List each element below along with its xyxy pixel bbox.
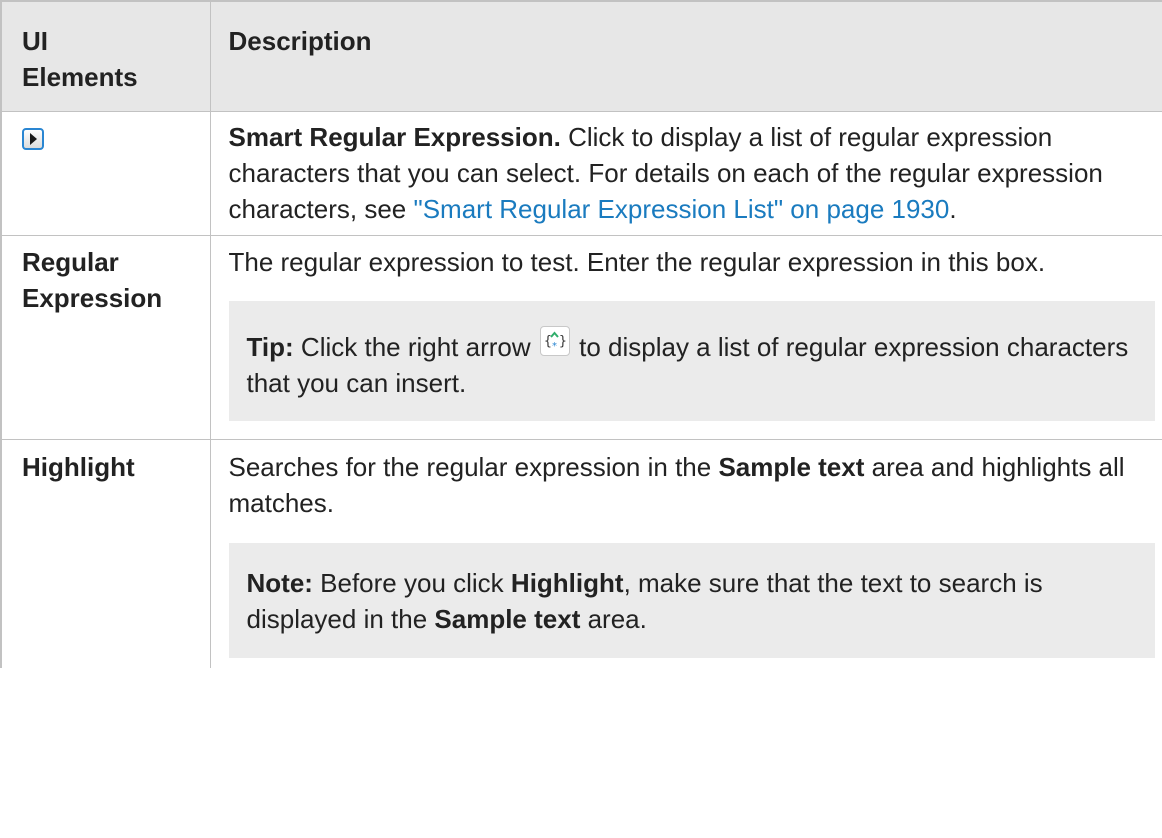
ui-element-name-line1: Regular	[22, 247, 119, 277]
header-ui-elements: UI Elements	[0, 0, 211, 112]
tip-label: Tip:	[246, 332, 294, 362]
table-row-regular-expression: Regular Expression The regular expression…	[0, 235, 1162, 440]
header-description: Description	[210, 0, 1162, 112]
ui-element-name-line2: Expression	[22, 283, 163, 313]
description-bold-sample-text: Sample text	[718, 452, 865, 482]
table-row-smart-regex: Smart Regular Expression. Click to displ…	[0, 111, 1162, 236]
note-box: Note: Before you click Highlight, make s…	[228, 543, 1155, 658]
description-text: Smart Regular Expression. Click to displ…	[229, 119, 1156, 227]
svg-text:}: }	[559, 334, 567, 349]
note-text-1: Before you click	[312, 568, 511, 598]
tip-text-before: Click the right arrow	[293, 332, 538, 362]
description-cell: The regular expression to test. Enter th…	[210, 235, 1162, 440]
smart-regex-list-link[interactable]: "Smart Regular Expression List" on page …	[413, 194, 949, 224]
ui-element-cell: Highlight	[0, 439, 211, 668]
description-cell: Smart Regular Expression. Click to displ…	[210, 111, 1162, 236]
description-text: Searches for the regular expression in t…	[229, 449, 1156, 521]
header-ui-elements-line2: Elements	[22, 62, 138, 92]
note-bold-highlight: Highlight	[510, 568, 624, 598]
description-end: .	[949, 194, 957, 224]
tip-box: Tip: Click the right arrow {} * to displa…	[228, 301, 1155, 421]
table-row-highlight: Highlight Searches for the regular expre…	[0, 439, 1162, 668]
right-arrow-button-icon[interactable]	[22, 128, 44, 150]
table-header-row: UI Elements Description	[0, 0, 1162, 112]
description-bold-title: Smart Regular Expression.	[228, 122, 561, 152]
description-cell: Searches for the regular expression in t…	[210, 439, 1162, 668]
ui-element-cell	[0, 111, 211, 236]
description-text: The regular expression to test. Enter th…	[228, 247, 1046, 277]
description-before: Searches for the regular expression in t…	[228, 452, 719, 482]
smart-regex-icon: {} *	[539, 326, 570, 357]
header-ui-elements-line1: UI	[22, 26, 48, 56]
note-bold-sample-text: Sample text	[434, 604, 581, 634]
note-text-3: area.	[580, 604, 647, 634]
note-label: Note:	[246, 568, 313, 598]
ui-elements-table: UI Elements Description Smart Regular Exp…	[0, 0, 1162, 668]
ui-element-cell: Regular Expression	[0, 235, 211, 440]
svg-text:*: *	[552, 341, 557, 352]
